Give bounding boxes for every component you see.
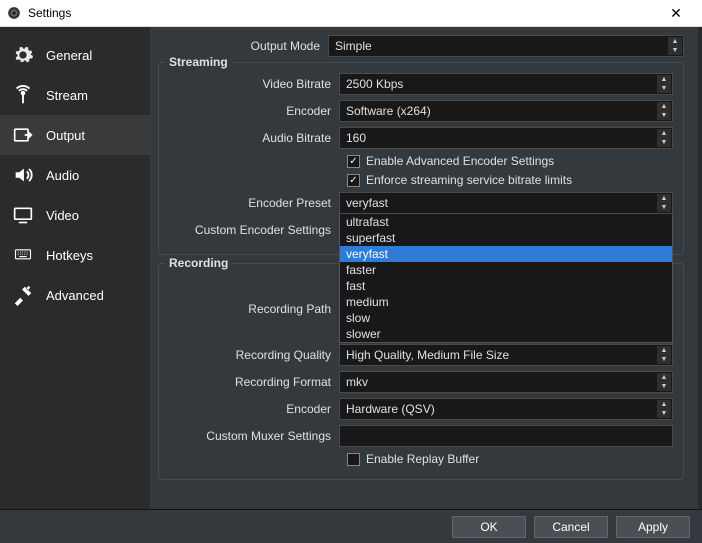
audio-bitrate-value: 160 [346,131,366,145]
enforce-limits-label: Enforce streaming service bitrate limits [366,173,572,187]
encoder-preset-select[interactable]: veryfast ▲▼ [339,192,673,214]
cancel-button[interactable]: Cancel [534,516,608,538]
enable-advanced-label: Enable Advanced Encoder Settings [366,154,554,168]
recording-quality-select[interactable]: High Quality, Medium File Size ▲▼ [339,344,673,366]
spinner-icon: ▲▼ [657,75,671,93]
app-icon [6,5,22,21]
sidebar-item-output[interactable]: Output [0,115,150,155]
sidebar-item-label: Video [46,208,79,223]
button-bar: OK Cancel Apply [0,509,702,543]
right-border [698,27,702,509]
streaming-group: Streaming Video Bitrate 2500 Kbps ▲▼ Enc… [158,62,684,255]
enable-replay-buffer-checkbox[interactable] [347,453,360,466]
recording-format-value: mkv [346,375,368,389]
recording-encoder-select[interactable]: Hardware (QSV) ▲▼ [339,398,673,420]
encoder-preset-label: Encoder Preset [169,196,339,210]
sidebar-item-audio[interactable]: Audio [0,155,150,195]
video-bitrate-value: 2500 Kbps [346,77,403,91]
custom-muxer-label: Custom Muxer Settings [169,429,339,443]
sidebar-item-general[interactable]: General [0,35,150,75]
enable-advanced-row[interactable]: ✓ Enable Advanced Encoder Settings [169,154,673,168]
recording-quality-value: High Quality, Medium File Size [346,348,509,362]
chevron-updown-icon: ▲▼ [657,102,671,120]
gear-icon [10,44,36,66]
audio-bitrate-select[interactable]: 160 ▲▼ [339,127,673,149]
chevron-updown-icon: ▲▼ [657,194,671,212]
apply-button[interactable]: Apply [616,516,690,538]
sidebar-item-hotkeys[interactable]: Hotkeys [0,235,150,275]
sidebar-item-video[interactable]: Video [0,195,150,235]
encoder-preset-option[interactable]: slower [340,326,672,342]
sidebar-item-label: Audio [46,168,79,183]
chevron-updown-icon: ▲▼ [668,37,682,55]
sidebar-item-label: Stream [46,88,88,103]
output-mode-select[interactable]: Simple ▲▼ [328,35,684,57]
recording-format-label: Recording Format [169,375,339,389]
encoder-preset-option[interactable]: faster [340,262,672,278]
antenna-icon [10,84,36,106]
output-mode-row: Output Mode Simple ▲▼ [158,35,684,57]
keyboard-icon [10,244,36,266]
window-title: Settings [28,6,656,20]
recording-encoder-label: Encoder [169,402,339,416]
titlebar: Settings ✕ [0,0,702,27]
audio-bitrate-label: Audio Bitrate [169,131,339,145]
custom-muxer-input[interactable] [339,425,673,447]
streaming-title: Streaming [165,55,232,69]
recording-quality-label: Recording Quality [169,348,339,362]
sidebar-item-label: Hotkeys [46,248,93,263]
encoder-preset-option[interactable]: ultrafast [340,214,672,230]
recording-title: Recording [165,256,232,270]
window-body: General Stream Output Audio [0,27,702,509]
enforce-limits-checkbox[interactable]: ✓ [347,174,360,187]
encoder-preset-value: veryfast [346,196,388,210]
sidebar-item-stream[interactable]: Stream [0,75,150,115]
enforce-limits-row[interactable]: ✓ Enforce streaming service bitrate limi… [169,173,673,187]
chevron-updown-icon: ▲▼ [657,346,671,364]
monitor-icon [10,204,36,226]
video-bitrate-spinbox[interactable]: 2500 Kbps ▲▼ [339,73,673,95]
output-mode-label: Output Mode [158,39,328,53]
video-bitrate-label: Video Bitrate [169,77,339,91]
sidebar: General Stream Output Audio [0,27,150,509]
chevron-updown-icon: ▲▼ [657,129,671,147]
streaming-encoder-value: Software (x264) [346,104,431,118]
enable-replay-buffer-label: Enable Replay Buffer [366,452,479,466]
enable-advanced-checkbox[interactable]: ✓ [347,155,360,168]
enable-replay-buffer-row[interactable]: Enable Replay Buffer [169,452,673,466]
recording-encoder-value: Hardware (QSV) [346,402,435,416]
recording-format-select[interactable]: mkv ▲▼ [339,371,673,393]
recording-path-label: Recording Path [169,302,339,316]
streaming-encoder-label: Encoder [169,104,339,118]
chevron-updown-icon: ▲▼ [657,400,671,418]
encoder-preset-option[interactable]: superfast [340,230,672,246]
streaming-encoder-select[interactable]: Software (x264) ▲▼ [339,100,673,122]
sidebar-item-label: Advanced [46,288,104,303]
encoder-preset-option[interactable]: medium [340,294,672,310]
tools-icon [10,284,36,306]
ok-button[interactable]: OK [452,516,526,538]
chevron-updown-icon: ▲▼ [657,373,671,391]
encoder-preset-dropdown[interactable]: ultrafastsuperfastveryfastfasterfastmedi… [339,214,673,343]
sidebar-item-label: General [46,48,92,63]
encoder-preset-option[interactable]: veryfast [340,246,672,262]
close-button[interactable]: ✕ [656,0,696,27]
speaker-icon [10,164,36,186]
settings-window: Settings ✕ General Stream Output [0,0,702,543]
output-icon [10,124,36,146]
content-panel: Output Mode Simple ▲▼ Streaming Video Bi… [150,27,702,509]
encoder-preset-option[interactable]: slow [340,310,672,326]
encoder-preset-option[interactable]: fast [340,278,672,294]
output-mode-value: Simple [335,39,372,53]
sidebar-item-label: Output [46,128,85,143]
sidebar-item-advanced[interactable]: Advanced [0,275,150,315]
custom-encoder-settings-label: Custom Encoder Settings [169,223,339,237]
